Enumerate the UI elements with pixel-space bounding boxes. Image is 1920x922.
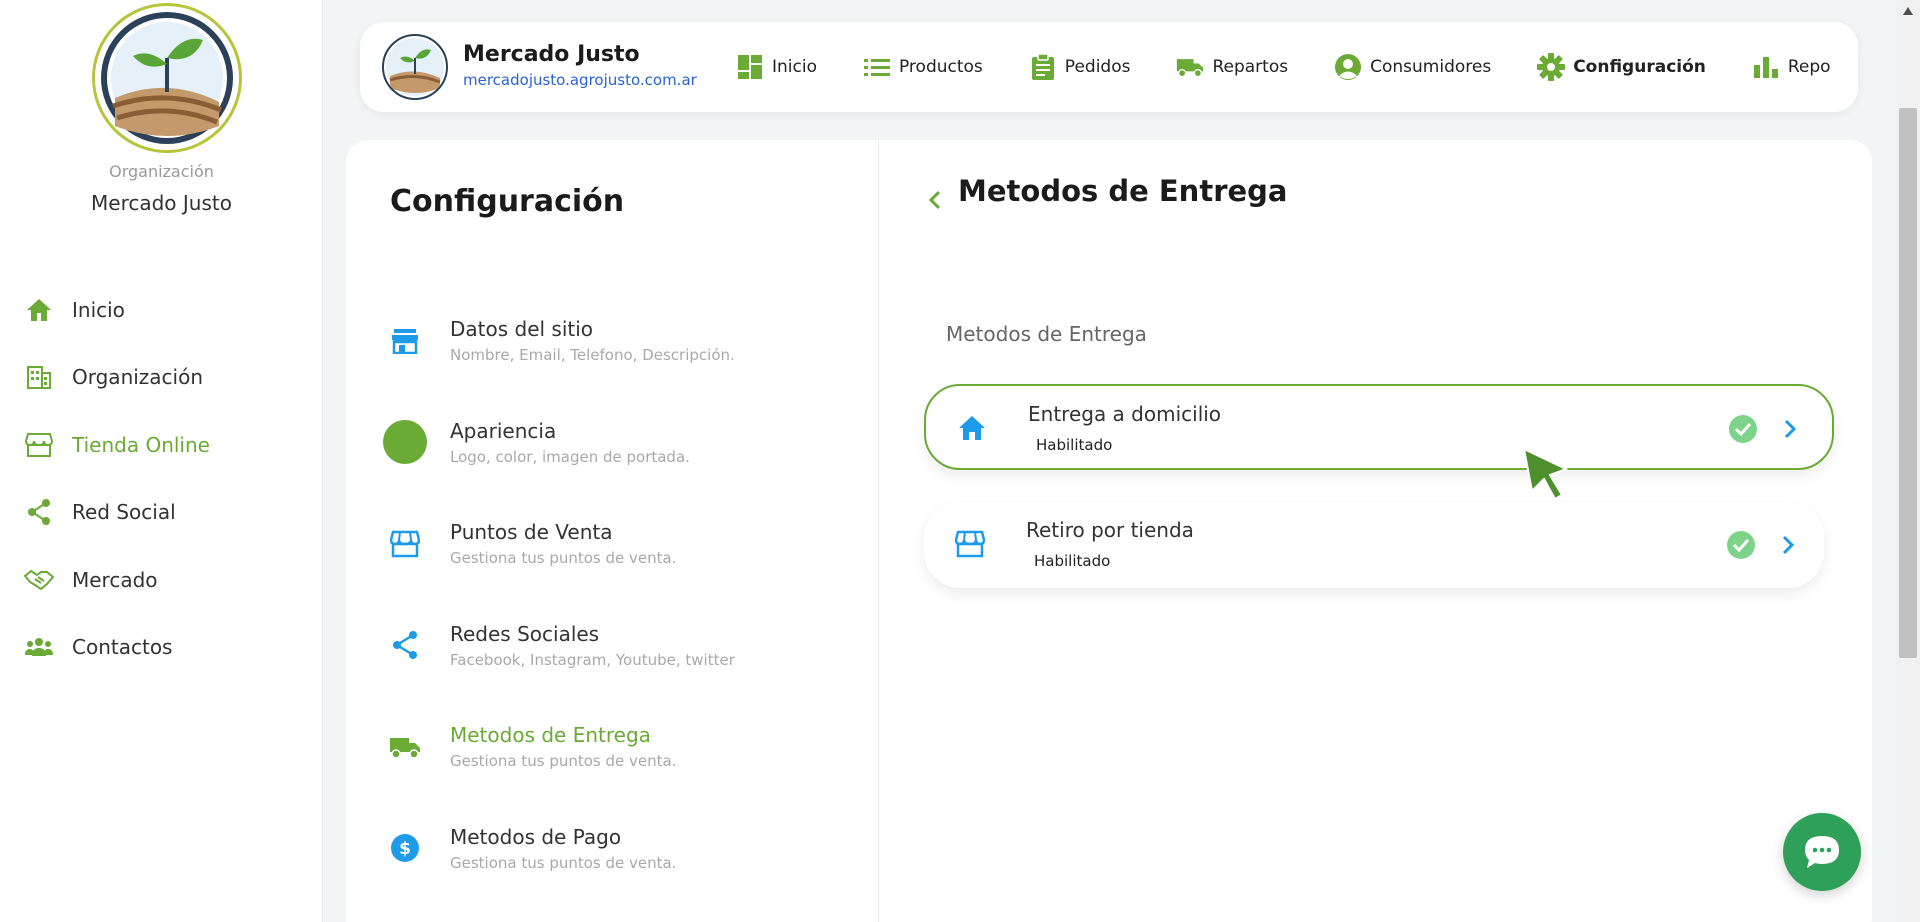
shop-icon: [952, 526, 988, 562]
top-nav-label: Inicio: [772, 57, 817, 77]
config-item-subtitle: Logo, color, imagen de portada.: [450, 447, 690, 466]
config-item-redes-sociales[interactable]: Redes Sociales Facebook, Instagram, Yout…: [382, 595, 852, 697]
check-circle-icon: [1727, 531, 1755, 559]
config-item-subtitle: Facebook, Instagram, Youtube, twitter: [450, 650, 735, 669]
chat-button[interactable]: [1783, 813, 1861, 891]
back-button[interactable]: [920, 180, 950, 220]
clipboard-icon: [1029, 53, 1057, 81]
top-nav-reportes[interactable]: Repo: [1752, 53, 1831, 81]
sidebar-item-label: Red Social: [72, 500, 176, 525]
config-item-puntos-de-venta[interactable]: Puntos de Venta Gestiona tus puntos de v…: [382, 493, 852, 595]
organization-name: Mercado Justo: [91, 191, 232, 215]
config-title: Configuración: [390, 184, 625, 219]
svg-text:$: $: [399, 839, 411, 859]
config-item-subtitle: Nombre, Email, Telefono, Descripción.: [450, 346, 735, 365]
config-item-subtitle: Gestiona tus puntos de venta.: [450, 752, 677, 771]
share-icon: [24, 497, 54, 527]
top-nav-inicio[interactable]: Inicio: [736, 53, 817, 81]
top-nav-consumidores[interactable]: Consumidores: [1334, 53, 1491, 81]
top-nav-pedidos[interactable]: Pedidos: [1029, 53, 1131, 81]
config-item-title: Apariencia: [450, 418, 557, 443]
dollar-icon: $: [382, 825, 428, 871]
chevron-left-icon: [928, 190, 941, 210]
config-item-title: Metodos de Pago: [450, 824, 622, 849]
sidebar-item-inicio[interactable]: Inicio: [0, 276, 323, 344]
config-item-subtitle: Gestiona tus puntos de venta.: [450, 549, 677, 568]
config-item-title: Puntos de Venta: [450, 520, 613, 545]
chevron-right-icon[interactable]: [1776, 531, 1800, 559]
scrollbar-thumb[interactable]: [1899, 108, 1917, 658]
dashboard-icon: [736, 53, 764, 81]
top-nav-configuracion[interactable]: Configuración: [1537, 53, 1706, 81]
organization-logo[interactable]: [92, 3, 242, 153]
top-nav-label: Repartos: [1212, 57, 1289, 77]
user-circle-icon: [1334, 53, 1362, 81]
top-nav-label: Consumidores: [1370, 57, 1492, 77]
home-icon: [24, 295, 54, 325]
scroll-up-arrow-icon[interactable]: [1902, 6, 1914, 16]
config-item-title: Datos del sitio: [450, 317, 594, 342]
config-item-apariencia[interactable]: Apariencia Logo, color, imagen de portad…: [382, 392, 852, 494]
config-menu: Datos del sitio Nombre, Email, Telefono,…: [382, 290, 852, 899]
panel-title: Metodos de Entrega: [958, 174, 1288, 208]
method-status: Habilitado: [1034, 552, 1111, 570]
top-nav-label: Pedidos: [1064, 57, 1131, 77]
people-icon: [24, 632, 54, 662]
sidebar-item-red-social[interactable]: Red Social: [0, 479, 323, 547]
sidebar-item-organizacion[interactable]: Organización: [0, 344, 323, 412]
color-swatch-icon: [382, 419, 428, 465]
brand-name: Mercado Justo: [463, 42, 640, 67]
store-icon: [24, 430, 54, 460]
sidebar-item-label: Mercado: [72, 567, 158, 592]
sidebar-item-tienda-online[interactable]: Tienda Online: [0, 411, 323, 479]
sidebar-nav: Inicio Organización Tienda Online Red So…: [0, 276, 323, 681]
building-icon: [24, 362, 54, 392]
sidebar-item-label: Contactos: [72, 635, 173, 660]
check-circle-icon: [1729, 415, 1757, 443]
handshake-icon: [24, 565, 54, 595]
share-icon: [382, 622, 428, 668]
brand-url-link[interactable]: mercadojusto.agrojusto.com.ar: [463, 71, 697, 89]
method-title: Retiro por tienda: [1026, 518, 1194, 542]
top-nav-repartos[interactable]: Repartos: [1176, 53, 1288, 81]
truck-icon: [382, 724, 428, 770]
method-status: Habilitado: [1036, 436, 1113, 454]
top-nav: Inicio Productos Pedidos Repartos Consum…: [736, 22, 1858, 112]
top-navbar: Mercado Justo mercadojusto.agrojusto.com…: [360, 22, 1858, 112]
brand-logo[interactable]: [382, 34, 448, 100]
main-card: Configuración Datos del sitio Nombre, Em…: [346, 140, 1872, 922]
config-item-metodos-de-pago[interactable]: $ Metodos de Pago Gestiona tus puntos de…: [382, 798, 852, 900]
sidebar-item-label: Inicio: [72, 297, 125, 322]
shop-icon: [382, 521, 428, 567]
method-title: Entrega a domicilio: [1028, 402, 1222, 426]
top-nav-label: Configuración: [1573, 57, 1706, 77]
config-item-subtitle: Gestiona tus puntos de venta.: [450, 853, 677, 872]
organization-caption: Organización: [109, 162, 214, 181]
sidebar-item-contactos[interactable]: Contactos: [0, 614, 323, 682]
sidebar-item-mercado[interactable]: Mercado: [0, 546, 323, 614]
config-item-title: Redes Sociales: [450, 621, 600, 646]
chat-bubble-icon: [1805, 836, 1839, 868]
top-nav-productos[interactable]: Productos: [863, 53, 983, 81]
sidebar-item-label: Tienda Online: [72, 432, 210, 457]
chevron-right-icon[interactable]: [1778, 415, 1802, 443]
section-label: Metodos de Entrega: [946, 322, 1147, 346]
config-item-datos-del-sitio[interactable]: Datos del sitio Nombre, Email, Telefono,…: [382, 290, 852, 392]
config-item-title: Metodos de Entrega: [450, 723, 651, 748]
panel-divider: [878, 140, 879, 922]
delivery-method-pickup[interactable]: Retiro por tienda Habilitado: [924, 502, 1824, 588]
page-scrollbar[interactable]: [1896, 0, 1920, 922]
gear-icon: [1537, 53, 1566, 81]
storefront-icon: [382, 318, 428, 364]
truck-icon: [1176, 53, 1204, 81]
sidebar-item-label: Organización: [72, 365, 204, 390]
sidebar: Organización Mercado Justo Inicio Organi…: [0, 0, 323, 922]
config-item-metodos-de-entrega[interactable]: Metodos de Entrega Gestiona tus puntos d…: [382, 696, 852, 798]
home-icon: [954, 410, 990, 446]
top-nav-label: Productos: [898, 57, 983, 77]
top-nav-label: Repo: [1787, 57, 1831, 77]
delivery-method-home[interactable]: Entrega a domicilio Habilitado: [924, 384, 1834, 470]
bar-chart-icon: [1752, 53, 1780, 81]
list-icon: [863, 53, 891, 81]
